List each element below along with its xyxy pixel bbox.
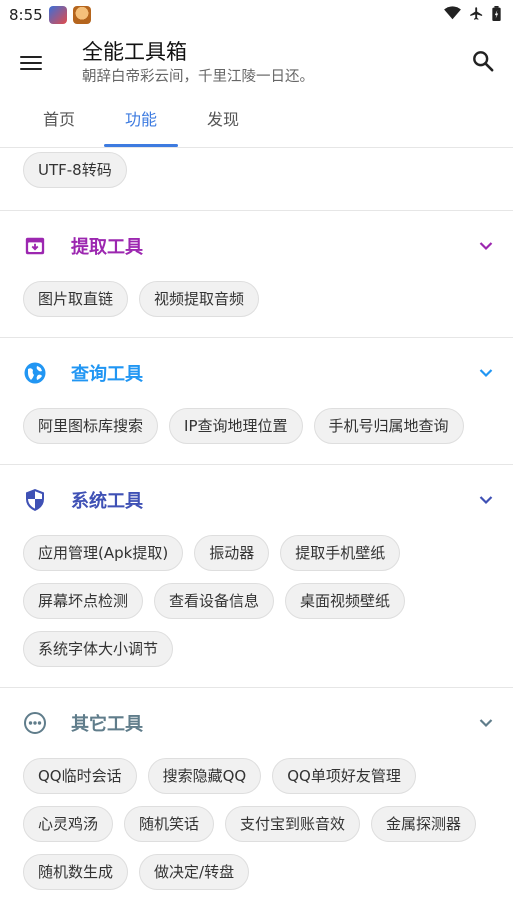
tool-chip[interactable]: 桌面视频壁纸: [285, 583, 406, 619]
airplane-icon: [469, 6, 484, 25]
globe-icon: [23, 361, 47, 385]
tool-chip[interactable]: 屏幕坏点检测: [23, 583, 144, 619]
section-title: 提取工具: [71, 237, 143, 258]
search-button[interactable]: [469, 49, 497, 77]
tool-chip[interactable]: 做决定/转盘: [139, 854, 250, 890]
section-header[interactable]: 查询工具: [0, 338, 513, 408]
app-titles: 全能工具箱 朝辞白帝彩云间，千里江陵一日还。: [82, 39, 469, 87]
tool-chip[interactable]: 振动器: [194, 535, 270, 571]
menu-button[interactable]: [20, 51, 44, 75]
section-extract-tools: 提取工具 图片取直链 视频提取音频: [0, 211, 513, 338]
section-title: 查询工具: [71, 364, 143, 385]
chip-row: UTF-8转码: [0, 152, 513, 200]
tool-chip[interactable]: IP查询地理位置: [169, 408, 303, 444]
chevron-down-icon[interactable]: [477, 491, 495, 509]
tool-chip[interactable]: QQ单项好友管理: [272, 758, 416, 794]
notification-app-icon: [48, 6, 67, 24]
chip-row: 图片取直链 视频提取音频: [0, 281, 513, 337]
battery-icon: [492, 5, 501, 25]
tab-bar: 首页 功能 发现: [0, 96, 513, 148]
chevron-down-icon[interactable]: [477, 714, 495, 732]
search-icon: [472, 50, 494, 76]
status-left: 8:55: [9, 6, 91, 24]
chip-row: 阿里图标库搜索 IP查询地理位置 手机号归属地查询: [0, 408, 513, 464]
tool-chip[interactable]: QQ临时会话: [23, 758, 137, 794]
tool-chip[interactable]: 阿里图标库搜索: [23, 408, 159, 444]
status-bar: 8:55: [0, 0, 513, 30]
section-title: 其它工具: [71, 714, 143, 735]
status-right: [444, 5, 501, 25]
archive-icon: [23, 234, 47, 258]
more-dots-icon: [23, 711, 47, 735]
shield-icon: [23, 488, 47, 512]
chevron-down-icon[interactable]: [477, 237, 495, 255]
tab-discover[interactable]: 发现: [186, 96, 260, 147]
chevron-down-icon[interactable]: [477, 364, 495, 382]
tool-chip[interactable]: 随机数生成: [23, 854, 129, 890]
tool-list: UTF-8转码 提取工具 图片取直链 视频提取音频 查询工具 阿里图标库搜索 I…: [0, 148, 513, 910]
app-subtitle: 朝辞白帝彩云间，千里江陵一日还。: [82, 69, 314, 85]
tool-chip[interactable]: 支付宝到账音效: [225, 806, 361, 842]
tool-chip[interactable]: 心灵鸡汤: [23, 806, 114, 842]
app-bar: 全能工具箱 朝辞白帝彩云间，千里江陵一日还。: [0, 30, 513, 96]
tool-chip[interactable]: 金属探测器: [371, 806, 477, 842]
section-title: 系统工具: [71, 491, 143, 512]
tool-chip[interactable]: 提取手机壁纸: [280, 535, 401, 571]
tab-home[interactable]: 首页: [22, 96, 96, 147]
tool-chip[interactable]: 搜索隐藏QQ: [147, 758, 262, 794]
tool-chip[interactable]: 应用管理(Apk提取): [23, 535, 184, 571]
notification-app-icon: [72, 6, 91, 24]
tool-chip[interactable]: 视频提取音频: [139, 281, 260, 317]
tool-chip[interactable]: 图片取直链: [23, 281, 129, 317]
tab-features[interactable]: 功能: [104, 96, 178, 147]
chip-row: QQ临时会话 搜索隐藏QQ QQ单项好友管理 心灵鸡汤 随机笑话 支付宝到账音效…: [0, 758, 513, 910]
partial-section: UTF-8转码: [0, 148, 513, 211]
tool-chip[interactable]: 查看设备信息: [154, 583, 275, 619]
section-query-tools: 查询工具 阿里图标库搜索 IP查询地理位置 手机号归属地查询: [0, 338, 513, 465]
chip-row: 应用管理(Apk提取) 振动器 提取手机壁纸 屏幕坏点检测 查看设备信息 桌面视…: [0, 535, 513, 687]
section-other-tools: 其它工具 QQ临时会话 搜索隐藏QQ QQ单项好友管理 心灵鸡汤 随机笑话 支付…: [0, 688, 513, 910]
section-header[interactable]: 提取工具: [0, 211, 513, 281]
tool-chip[interactable]: 手机号归属地查询: [313, 408, 464, 444]
app-title: 全能工具箱: [82, 40, 187, 64]
section-header[interactable]: 其它工具: [0, 688, 513, 758]
tool-chip-utf8[interactable]: UTF-8转码: [23, 152, 127, 188]
status-time: 8:55: [9, 6, 43, 24]
section-header[interactable]: 系统工具: [0, 465, 513, 535]
wifi-icon: [444, 6, 461, 24]
section-system-tools: 系统工具 应用管理(Apk提取) 振动器 提取手机壁纸 屏幕坏点检测 查看设备信…: [0, 465, 513, 688]
tool-chip[interactable]: 系统字体大小调节: [23, 631, 174, 667]
tool-chip[interactable]: 随机笑话: [124, 806, 215, 842]
